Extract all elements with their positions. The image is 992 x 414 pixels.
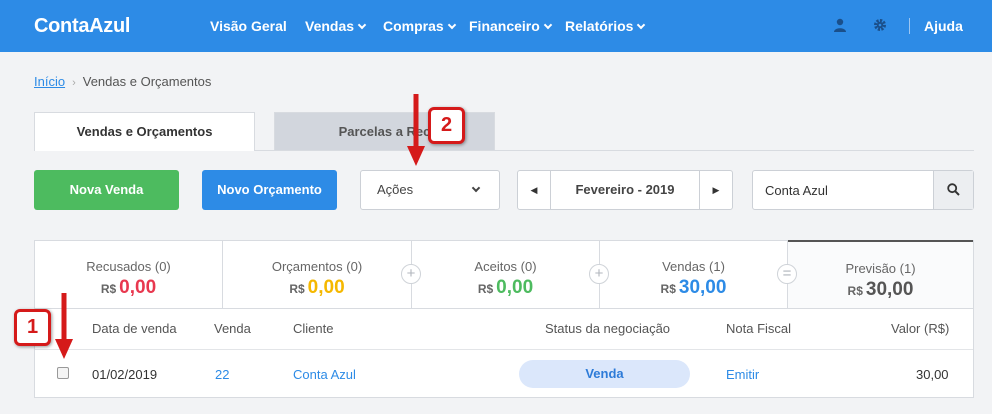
currency-symbol: R$ — [477, 282, 494, 296]
next-period-button[interactable]: ▶ — [699, 171, 732, 209]
chevron-down-icon — [357, 20, 367, 30]
nav-divider — [909, 18, 910, 34]
tab-vendas-orcamentos[interactable]: Vendas e Orçamentos — [34, 112, 255, 151]
column-header-invoice[interactable]: Nota Fiscal — [726, 321, 791, 336]
cell-sale-link[interactable]: 22 — [215, 367, 229, 382]
annotation-arrow-1-icon — [55, 293, 73, 359]
plus-icon: + — [401, 264, 421, 284]
stat-previsao[interactable]: Previsão (1) R$ 30,00 — [788, 240, 973, 309]
nav-item-visao-geral[interactable]: Visão Geral — [210, 18, 287, 34]
search-input[interactable] — [753, 171, 933, 209]
chevron-down-icon — [447, 20, 456, 30]
currency-symbol: R$ — [100, 282, 117, 296]
stat-value-wrap: R$ 0,00 — [412, 277, 599, 299]
stat-value-wrap: R$ 30,00 — [600, 277, 787, 299]
cell-invoice-link[interactable]: Emitir — [726, 367, 759, 382]
actions-dropdown-label: Ações — [377, 182, 414, 197]
search-box — [752, 170, 974, 210]
annotation-arrow-2-icon — [407, 94, 425, 166]
caret-right-icon: ▶ — [712, 185, 720, 195]
table-header-divider — [35, 349, 973, 350]
stat-orcamentos[interactable]: Orçamentos (0) R$ 0,00 — [223, 241, 411, 309]
new-sale-button[interactable]: Nova Venda — [34, 170, 179, 210]
nav-item-relatorios[interactable]: Relatórios — [565, 18, 646, 34]
stat-value: 30,00 — [865, 279, 914, 300]
app-logo[interactable]: ContaAzul — [34, 15, 130, 38]
search-button[interactable] — [933, 171, 973, 209]
nav-item-vendas[interactable]: Vendas — [305, 18, 367, 34]
tab-label: Vendas e Orçamentos — [76, 124, 213, 139]
stat-aceitos[interactable]: Aceitos (0) R$ 0,00 — [412, 241, 599, 309]
currency-symbol: R$ — [847, 284, 863, 298]
currency-symbol: R$ — [660, 282, 676, 296]
nav-item-label: Financeiro — [469, 18, 540, 34]
breadcrumb-separator-icon: › — [72, 77, 76, 89]
breadcrumb: Início › Vendas e Orçamentos — [34, 74, 211, 89]
stat-label: Previsão (1) — [845, 261, 916, 276]
actions-dropdown[interactable]: Ações — [360, 170, 500, 210]
stat-value: 0,00 — [307, 277, 345, 298]
new-quote-button[interactable]: Novo Orçamento — [202, 170, 337, 210]
nav-item-financeiro[interactable]: Financeiro — [469, 18, 553, 34]
plus-icon: + — [589, 264, 609, 284]
row-checkbox[interactable] — [57, 367, 69, 379]
period-label[interactable]: Fevereiro - 2019 — [551, 171, 699, 209]
column-header-client[interactable]: Cliente — [293, 321, 333, 336]
breadcrumb-home-link[interactable]: Início — [34, 74, 65, 89]
column-header-value[interactable]: Valor (R$) — [891, 321, 949, 336]
stat-value-wrap: R$ 30,00 — [788, 279, 973, 301]
stat-value: 0,00 — [119, 277, 157, 298]
currency-symbol: R$ — [289, 282, 305, 296]
stat-label: Orçamentos (0) — [271, 259, 363, 274]
column-header-date[interactable]: Data de venda — [92, 321, 177, 336]
period-selector: ◀ Fevereiro - 2019 ▶ — [517, 170, 733, 210]
nav-item-label: Relatórios — [565, 18, 634, 34]
stat-vendas[interactable]: Vendas (1) R$ 30,00 — [600, 241, 787, 309]
annotation-badge-2: 2 — [428, 107, 465, 144]
column-header-sale[interactable]: Venda — [214, 321, 251, 336]
caret-left-icon: ◀ — [530, 185, 538, 195]
previous-period-button[interactable]: ◀ — [518, 171, 551, 209]
chevron-down-icon — [543, 20, 553, 30]
stat-label: Vendas (1) — [662, 259, 725, 274]
stat-value: 30,00 — [678, 277, 727, 298]
nav-item-compras[interactable]: Compras — [383, 18, 456, 34]
stat-value: 0,00 — [496, 277, 534, 298]
search-icon — [947, 183, 960, 196]
cell-value: 30,00 — [916, 367, 949, 382]
nav-item-label: Compras — [383, 18, 444, 34]
nav-item-label: Vendas — [305, 18, 355, 34]
column-header-status[interactable]: Status da negociação — [545, 321, 670, 336]
sales-panel: Recusados (0) R$ 0,00 Orçamentos (0) R$ 0,… — [34, 240, 974, 398]
chevron-down-icon — [637, 20, 646, 30]
stat-label: Recusados (0) — [86, 259, 171, 274]
stat-label: Aceitos (0) — [474, 259, 537, 274]
gear-icon[interactable] — [873, 18, 887, 35]
annotation-badge-1: 1 — [14, 309, 51, 346]
chevron-down-icon — [471, 183, 481, 193]
help-link[interactable]: Ajuda — [924, 18, 963, 34]
cell-client-link[interactable]: Conta Azul — [293, 367, 356, 382]
breadcrumb-current: Vendas e Orçamentos — [82, 74, 212, 89]
status-badge: Venda — [519, 360, 690, 388]
nav-item-label: Visão Geral — [210, 18, 287, 34]
user-icon[interactable] — [833, 18, 847, 35]
equals-icon: = — [777, 264, 797, 284]
stat-value-wrap: R$ 0,00 — [223, 277, 411, 299]
top-navbar: ContaAzul Visão Geral Vendas Compras Fin… — [0, 0, 992, 52]
cell-date: 01/02/2019 — [92, 367, 158, 382]
